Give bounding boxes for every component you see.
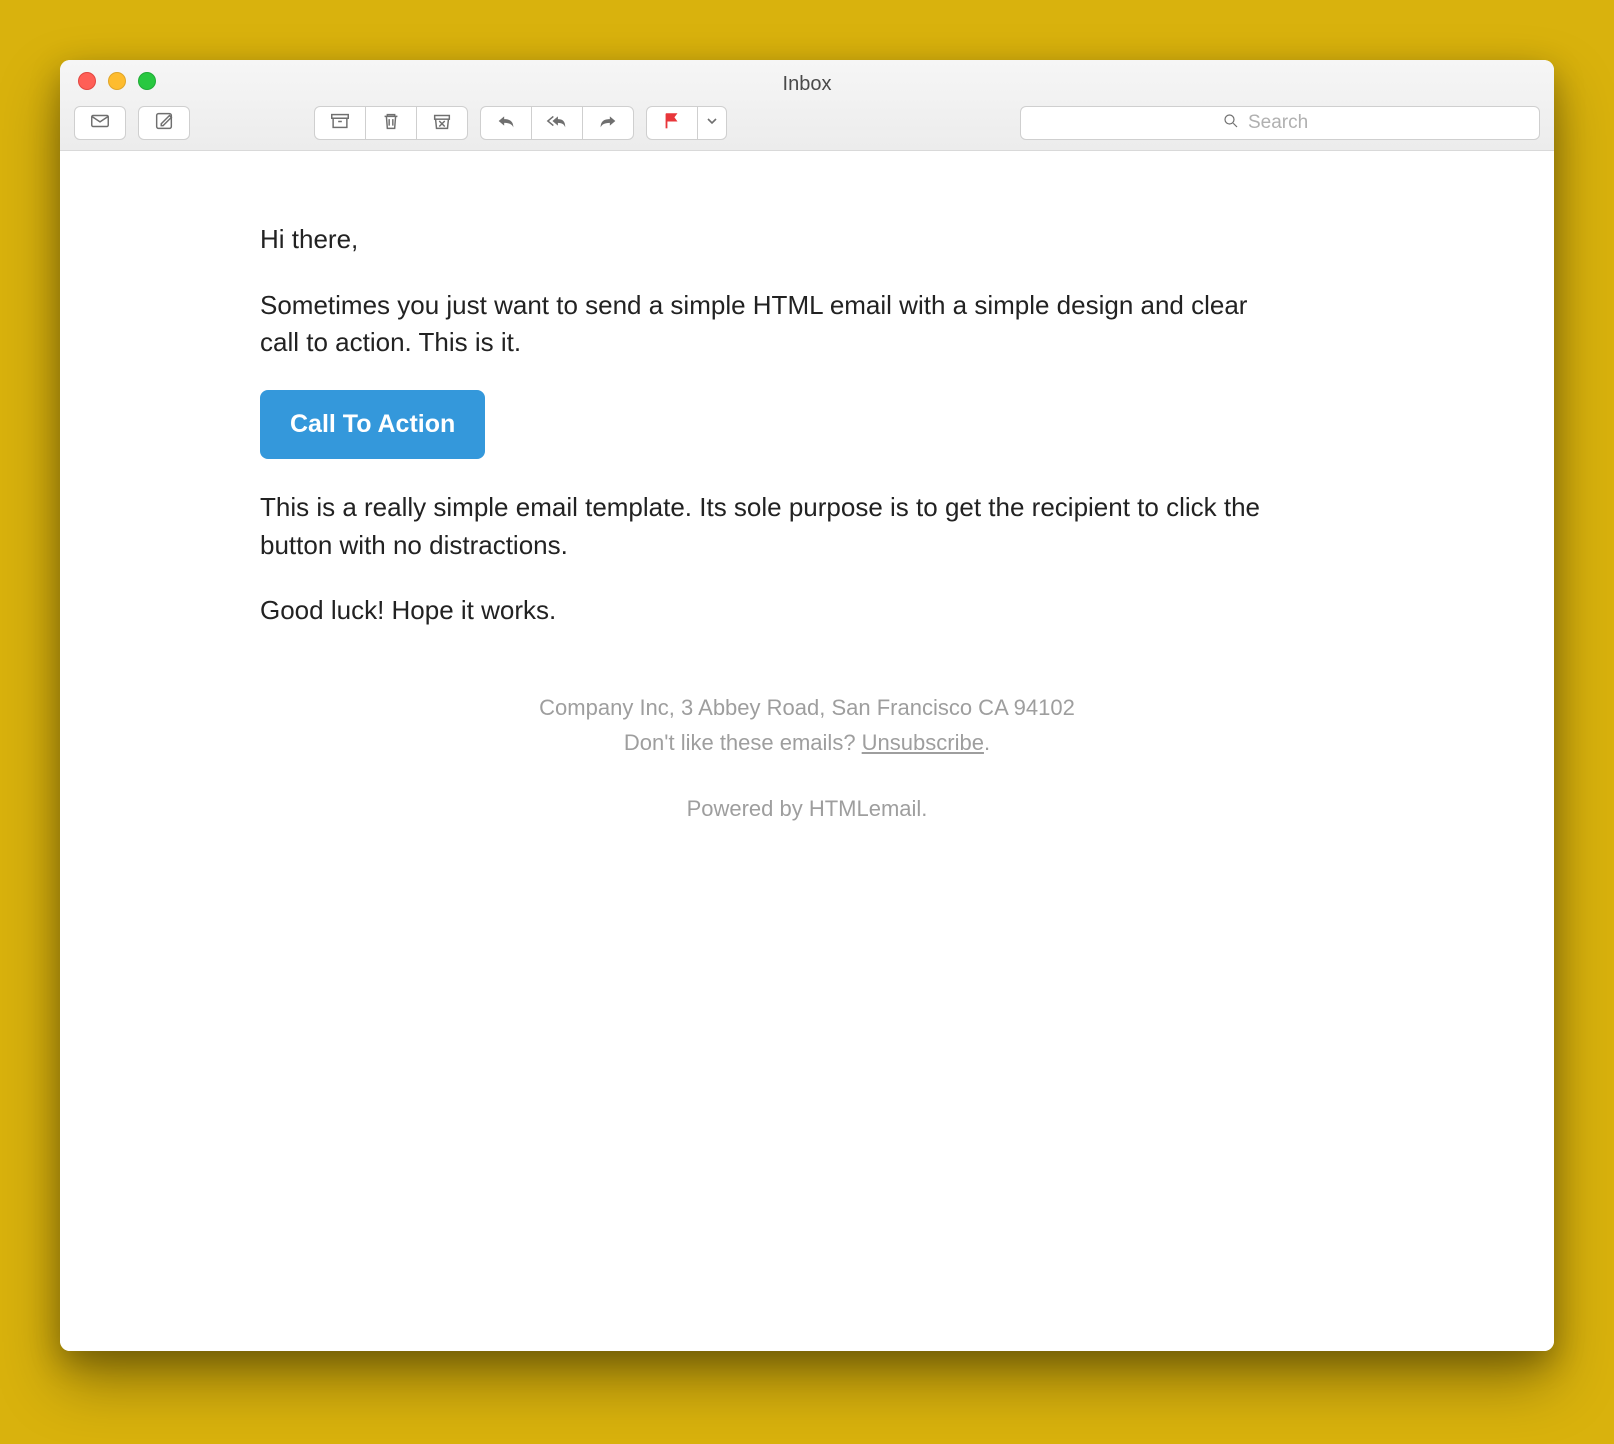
- mail-window: Inbox: [60, 60, 1554, 1351]
- email-intro: Sometimes you just want to send a simple…: [260, 287, 1260, 362]
- archive-icon: [329, 110, 351, 137]
- forward-icon: [597, 110, 619, 137]
- titlebar: Inbox: [60, 60, 1554, 151]
- flag-icon: [661, 110, 683, 137]
- reply-all-icon: [546, 110, 568, 137]
- footer-address: Company Inc, 3 Abbey Road, San Francisco…: [260, 690, 1354, 725]
- delete-button[interactable]: [365, 106, 417, 140]
- message-pane: Hi there, Sometimes you just want to sen…: [60, 151, 1554, 1351]
- email-body: Hi there, Sometimes you just want to sen…: [260, 221, 1260, 630]
- compose-icon: [153, 110, 175, 137]
- search-input[interactable]: [1248, 112, 1338, 134]
- junk-icon: [431, 110, 453, 137]
- email-footer: Company Inc, 3 Abbey Road, San Francisco…: [260, 690, 1354, 826]
- minimize-window-button[interactable]: [108, 72, 126, 90]
- chevron-down-icon: [706, 114, 718, 132]
- unsubscribe-lead: Don't like these emails?: [624, 730, 862, 755]
- reply-button[interactable]: [480, 106, 532, 140]
- footer-unsubscribe-line: Don't like these emails? Unsubscribe.: [260, 725, 1354, 760]
- forward-button[interactable]: [582, 106, 634, 140]
- toolbar: [74, 106, 1540, 140]
- compose-button[interactable]: [138, 106, 190, 140]
- get-mail-button[interactable]: [74, 106, 126, 140]
- window-title: Inbox: [74, 73, 1540, 96]
- flag-menu-button[interactable]: [697, 106, 727, 140]
- search-field[interactable]: [1020, 106, 1540, 140]
- footer-powered: Powered by HTMLemail.: [260, 791, 1354, 826]
- close-window-button[interactable]: [78, 72, 96, 90]
- maximize-window-button[interactable]: [138, 72, 156, 90]
- email-signoff: Good luck! Hope it works.: [260, 592, 1260, 630]
- email-body-paragraph: This is a really simple email template. …: [260, 489, 1260, 564]
- archive-button[interactable]: [314, 106, 366, 140]
- search-icon: [1222, 112, 1240, 135]
- junk-button[interactable]: [416, 106, 468, 140]
- window-controls: [78, 72, 156, 90]
- email-greeting: Hi there,: [260, 221, 1260, 259]
- unsubscribe-link[interactable]: Unsubscribe: [862, 730, 984, 755]
- reply-all-button[interactable]: [531, 106, 583, 140]
- envelope-icon: [89, 110, 111, 137]
- flag-button[interactable]: [646, 106, 698, 140]
- trash-icon: [380, 110, 402, 137]
- reply-icon: [495, 110, 517, 137]
- cta-button[interactable]: Call To Action: [260, 390, 485, 459]
